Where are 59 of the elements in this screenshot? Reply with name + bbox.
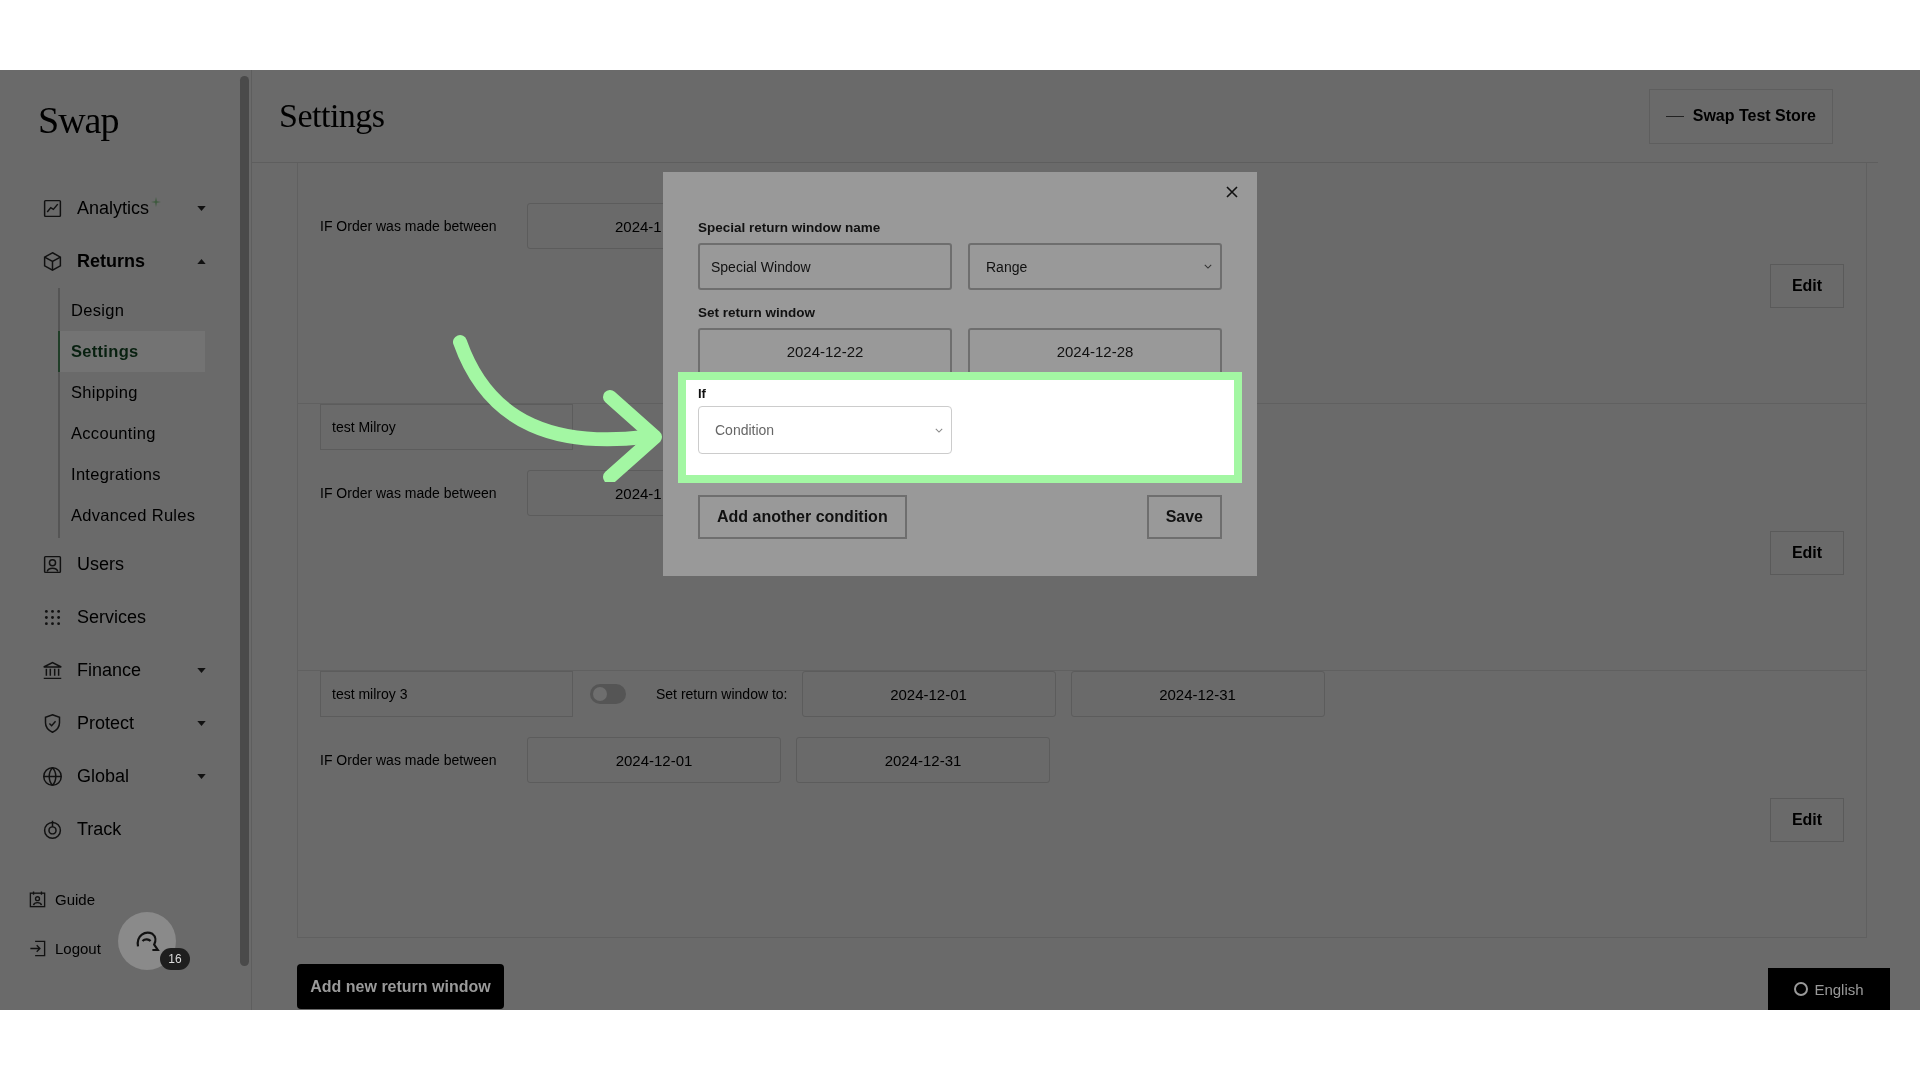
circle-icon [1794, 982, 1809, 996]
sparkle-icon [151, 196, 162, 207]
type-select[interactable]: Range [968, 243, 1222, 290]
date-field[interactable]: 2024-12-31 [1070, 671, 1325, 717]
logout-icon [28, 939, 47, 958]
notification-badge: 16 [160, 948, 190, 970]
nav-item[interactable]: Finance [38, 644, 206, 697]
chevron-icon [935, 427, 943, 433]
submenu-item[interactable]: Integrations [60, 454, 207, 495]
language-button[interactable]: English [1768, 968, 1890, 1010]
bank-icon [42, 660, 63, 681]
date-field[interactable]: 2024-12-01 [527, 737, 781, 783]
submenu-item[interactable]: Settings [58, 331, 205, 372]
toggle-switch[interactable] [590, 684, 626, 704]
page-title: Settings [279, 97, 385, 135]
field-label: If [698, 386, 706, 401]
dots-grid-icon [42, 607, 63, 628]
add-return-window-button[interactable]: Add new return window [297, 964, 504, 1009]
nav-item[interactable]: Services [38, 591, 206, 644]
nav-item[interactable]: Analytics [38, 182, 206, 235]
condition-label: IF Order was made between [320, 752, 498, 768]
submenu-item[interactable]: Shipping [60, 372, 207, 413]
edit-button[interactable]: Edit [1770, 531, 1844, 575]
condition-select[interactable]: Condition [698, 406, 952, 454]
globe-icon [42, 766, 63, 787]
name-input[interactable]: Special Window [698, 243, 952, 290]
submenu-item[interactable]: Advanced Rules [60, 495, 207, 536]
footer-link[interactable]: Logout [28, 939, 101, 958]
cube-icon [42, 251, 63, 272]
store-button[interactable]: Swap Test Store [1648, 88, 1833, 144]
date-field[interactable]: 2024-12-31 [796, 737, 1050, 783]
submenu-item[interactable]: Accounting [60, 413, 207, 454]
field-label: Set return window to: [656, 686, 788, 702]
date-field[interactable]: 2024-12-01 [801, 671, 1056, 717]
save-button[interactable]: Save [1146, 495, 1222, 539]
name-field[interactable]: test milroy 3 [320, 671, 573, 717]
edit-button[interactable]: Edit [1770, 264, 1844, 308]
user-icon [42, 554, 63, 575]
close-icon[interactable] [1226, 186, 1238, 198]
nav-item[interactable]: Returns [38, 235, 206, 288]
logo: Swap [38, 98, 119, 142]
nav-item[interactable]: Track [38, 803, 206, 856]
nav-item[interactable]: Global [38, 750, 206, 803]
condition-label: IF Order was made between [320, 218, 498, 234]
edit-button[interactable]: Edit [1770, 798, 1844, 842]
field-label: Set return window [698, 305, 815, 320]
chevron-icon [1204, 264, 1212, 269]
add-condition-button[interactable]: Add another condition [698, 495, 907, 539]
nav-item[interactable]: Users [38, 538, 206, 591]
submenu-item[interactable]: Design [60, 290, 207, 331]
scrollbar[interactable] [240, 76, 249, 966]
target-icon [42, 819, 63, 840]
shield-icon [42, 713, 63, 734]
nav-item[interactable]: Protect [38, 697, 206, 750]
calendar-icon [28, 890, 47, 909]
footer-link[interactable]: Guide [28, 890, 101, 909]
chart-icon [42, 198, 63, 219]
condition-label: IF Order was made between [320, 485, 498, 501]
name-field[interactable]: test Milroy [320, 404, 573, 450]
